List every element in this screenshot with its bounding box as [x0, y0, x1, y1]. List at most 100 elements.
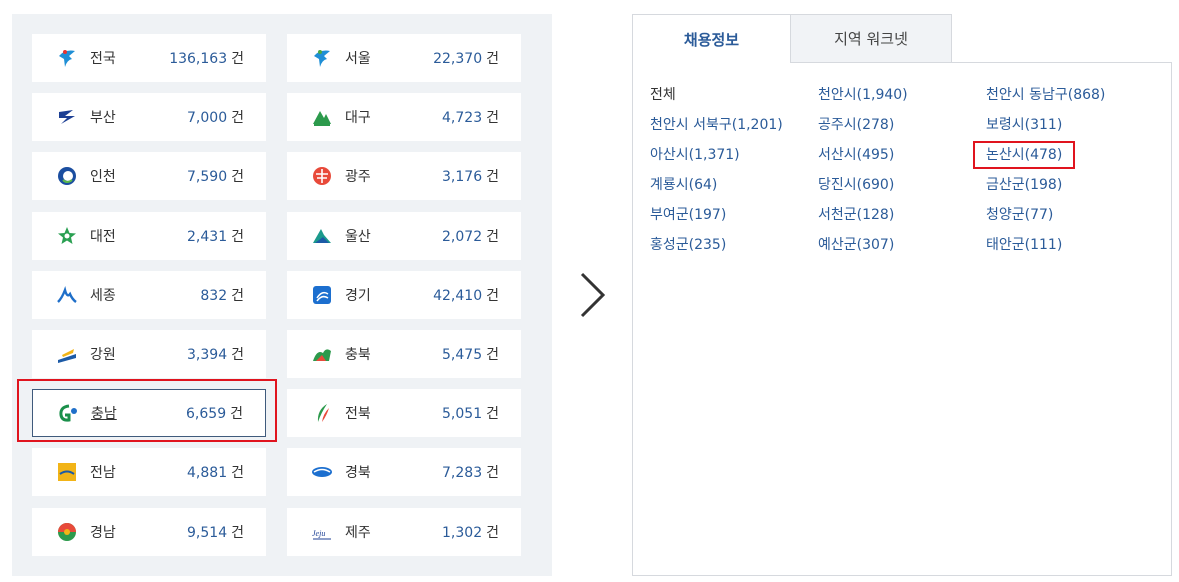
city-link[interactable]: 공주시(278)	[818, 114, 894, 134]
region-count-value: 832	[200, 287, 228, 304]
region-name: 대구	[345, 110, 371, 127]
city-link[interactable]: 천안시 서북구(1,201)	[650, 114, 783, 134]
region-count-value: 5,475	[442, 347, 483, 363]
region-name: 강원	[90, 347, 116, 363]
region-name: 전북	[345, 406, 371, 423]
region-card[interactable]: 인천 7,590 건	[32, 152, 266, 201]
region-card[interactable]: 전북 5,051 건	[287, 389, 521, 438]
region-name: 경기	[345, 287, 371, 304]
region-name: 대전	[90, 228, 116, 245]
city-link[interactable]: 홍성군(235)	[650, 234, 726, 254]
region-count: 7,590 건	[187, 166, 244, 186]
city-link[interactable]: 계룡시(64)	[650, 174, 717, 194]
region-count: 832 건	[200, 285, 244, 305]
region-card[interactable]: 경북 7,283 건	[287, 448, 521, 497]
count-unit: 건	[230, 406, 243, 423]
city-link[interactable]: 논산시(478)	[986, 144, 1062, 164]
daegu-emblem-icon	[311, 106, 333, 128]
tab-job-info[interactable]: 채용정보	[632, 14, 791, 63]
city-link[interactable]: 부여군(197)	[650, 204, 726, 224]
region-count: 5,475 건	[442, 344, 499, 364]
gangwon-emblem-icon	[56, 343, 78, 365]
region-count: 5,051 건	[442, 403, 499, 423]
city-link[interactable]: 서산시(495)	[818, 144, 894, 164]
region-card[interactable]: 부산 7,000 건	[32, 93, 266, 142]
city-link[interactable]: 천안시 동남구(868)	[986, 84, 1105, 104]
region-count-value: 7,000	[187, 110, 228, 127]
region-count-value: 2,431	[187, 228, 228, 245]
count-unit: 건	[231, 524, 244, 541]
region-count-value: 42,410	[433, 287, 483, 304]
region-count: 7,000 건	[187, 107, 244, 127]
busan-emblem-icon	[56, 106, 78, 128]
region-count-value: 136,163	[169, 51, 228, 67]
region-count: 1,302 건	[442, 522, 499, 542]
active-tab-mask	[633, 61, 790, 64]
region-card[interactable]: 광주 3,176 건	[287, 152, 521, 201]
seoul-emblem-icon	[311, 47, 333, 69]
count-unit: 건	[486, 228, 499, 245]
region-name: 충남	[91, 406, 117, 423]
city-link[interactable]: 천안시(1,940)	[818, 84, 908, 104]
region-name: 인천	[90, 169, 116, 186]
city-link[interactable]: 태안군(111)	[986, 234, 1062, 254]
city-link[interactable]: 예산군(307)	[818, 234, 894, 254]
region-card[interactable]: 대구 4,723 건	[287, 93, 521, 142]
gwangju-emblem-icon	[311, 165, 333, 187]
city-link[interactable]: 청양군(77)	[986, 204, 1053, 224]
count-unit: 건	[231, 228, 244, 245]
chungbuk-emblem-icon	[311, 343, 333, 365]
count-unit: 건	[486, 347, 499, 363]
jeju-emblem-icon: Jeju	[311, 521, 333, 543]
city-list-panel	[632, 62, 1172, 576]
region-card[interactable]: 충남 6,659 건	[32, 389, 266, 438]
count-unit: 건	[486, 169, 499, 186]
region-card[interactable]: 전국 136,163 건	[32, 34, 266, 82]
city-link[interactable]: 당진시(690)	[818, 174, 894, 194]
region-card[interactable]: 대전 2,431 건	[32, 211, 266, 260]
jeonbuk-emblem-icon	[311, 402, 333, 424]
count-unit: 건	[486, 287, 499, 304]
region-card[interactable]: 경기 42,410 건	[287, 270, 521, 319]
count-unit: 건	[486, 110, 499, 127]
city-link[interactable]: 금산군(198)	[986, 174, 1062, 194]
region-count-value: 1,302	[442, 524, 483, 541]
tab-bar: 채용정보 지역 워크넷	[632, 14, 1172, 63]
region-card[interactable]: Jeju 제주 1,302 건	[287, 507, 521, 556]
region-card[interactable]: 강원 3,394 건	[32, 330, 266, 378]
jeonnam-emblem-icon	[56, 461, 78, 483]
chungnam-emblem-icon	[57, 402, 79, 424]
count-unit: 건	[486, 465, 499, 482]
daejeon-emblem-icon	[56, 225, 78, 247]
region-count: 3,176 건	[442, 166, 499, 186]
count-unit: 건	[231, 347, 244, 363]
gyeonggi-emblem-icon	[311, 284, 333, 306]
region-card[interactable]: 경남 9,514 건	[32, 507, 266, 556]
region-count-value: 7,283	[442, 465, 483, 482]
city-link[interactable]: 전체	[650, 84, 676, 104]
region-name: 충북	[345, 347, 371, 363]
count-unit: 건	[231, 110, 244, 127]
city-link[interactable]: 서천군(128)	[818, 204, 894, 224]
region-name: 경남	[90, 524, 116, 541]
count-unit: 건	[231, 287, 244, 304]
region-count: 4,881 건	[187, 462, 244, 482]
region-count-value: 2,072	[442, 228, 483, 245]
region-count: 22,370 건	[433, 48, 499, 68]
count-unit: 건	[486, 524, 499, 541]
region-card[interactable]: 세종 832 건	[32, 270, 266, 319]
count-unit: 건	[231, 465, 244, 482]
region-count-value: 4,881	[187, 465, 228, 482]
region-count: 42,410 건	[433, 285, 499, 305]
region-count-value: 3,176	[442, 169, 483, 186]
city-link[interactable]: 보령시(311)	[986, 114, 1062, 134]
region-card[interactable]: 충북 5,475 건	[287, 330, 521, 378]
region-name: 전국	[90, 51, 116, 67]
tab-regional-worknet[interactable]: 지역 워크넷	[791, 14, 952, 63]
region-card[interactable]: 울산 2,072 건	[287, 211, 521, 260]
city-link[interactable]: 아산시(1,371)	[650, 144, 740, 164]
region-card[interactable]: 전남 4,881 건	[32, 448, 266, 497]
region-card[interactable]: 서울 22,370 건	[287, 34, 521, 82]
region-count-value: 5,051	[442, 406, 483, 423]
region-name: 제주	[345, 524, 371, 541]
